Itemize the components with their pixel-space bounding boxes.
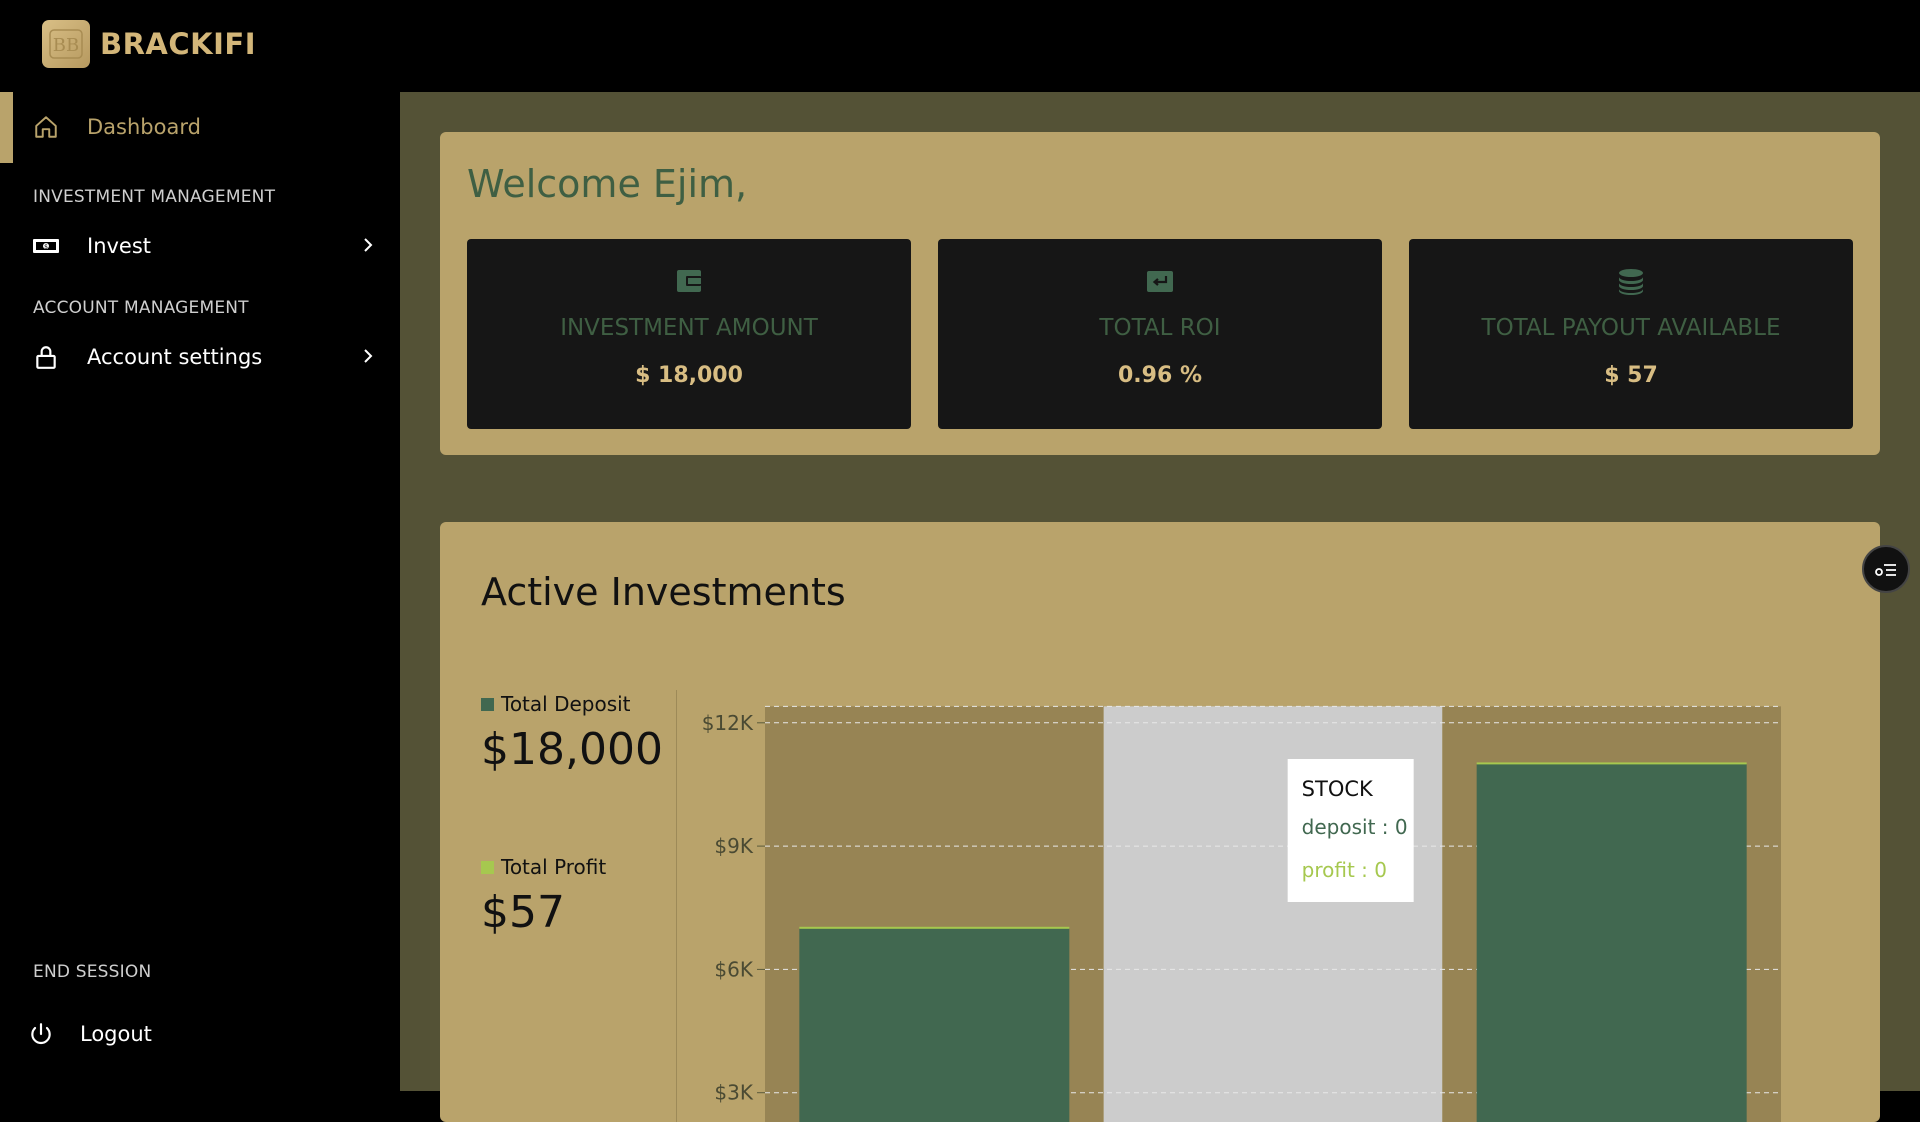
legend-label: Total Deposit [501, 692, 631, 716]
stat-card-total-payout: TOTAL PAYOUT AVAILABLE $ 57 [1409, 239, 1853, 429]
section-title-investment: INVESTMENT MANAGEMENT [33, 187, 276, 207]
sidebar-item-label: Account settings [87, 345, 263, 369]
chevron-right-icon [364, 238, 373, 252]
bar-deposit-0[interactable] [799, 928, 1070, 1122]
coins-icon [1619, 269, 1643, 295]
tooltip-profit: profit : 0 [1302, 858, 1387, 882]
legend-total-profit: Total Profit $57 [481, 855, 681, 938]
sidebar-item-account-settings[interactable]: Account settings [0, 332, 400, 382]
section-title-end-session: END SESSION [33, 962, 152, 982]
bar-deposit-2[interactable] [1476, 763, 1747, 1122]
stat-card-total-roi: TOTAL ROI 0.96 % [938, 239, 1382, 429]
logo-mark-icon: BB [42, 20, 90, 68]
stat-label: INVESTMENT AMOUNT [560, 315, 818, 341]
wallet-icon [677, 270, 701, 292]
power-icon [31, 1023, 51, 1045]
home-icon [35, 116, 57, 138]
stat-label: TOTAL PAYOUT AVAILABLE [1481, 315, 1781, 341]
chevron-right-icon [364, 349, 373, 363]
legend-swatch-profit [481, 860, 494, 874]
customizer-toggle-button[interactable] [1862, 545, 1910, 593]
stat-value: $ 18,000 [635, 363, 743, 388]
bar-profit-0[interactable] [799, 926, 1070, 929]
stat-card-investment-amount: INVESTMENT AMOUNT $ 18,000 [467, 239, 911, 429]
bar-profit-2[interactable] [1476, 762, 1747, 765]
main-content: Welcome Ejim, INVESTMENT AMOUNT $ 18,000… [400, 92, 1920, 1122]
sidebar-item-label: Invest [87, 234, 152, 258]
svg-text:$: $ [44, 244, 48, 251]
sidebar-item-dashboard[interactable]: Dashboard [0, 92, 400, 163]
welcome-card: Welcome Ejim, INVESTMENT AMOUNT $ 18,000… [440, 132, 1880, 455]
welcome-title: Welcome Ejim, [467, 162, 748, 206]
cash-icon: $ [33, 239, 59, 253]
sidebar-item-invest[interactable]: $ Invest [0, 221, 400, 271]
svg-text:BB: BB [53, 35, 79, 56]
return-icon [1147, 271, 1173, 292]
y-tick-label: $12K [702, 711, 754, 735]
active-investments-card: Active Investments Total Deposit $18,000… [440, 522, 1880, 1122]
y-tick-label: $3K [714, 1081, 753, 1105]
stat-value: $ 57 [1604, 363, 1658, 388]
legend-divider [676, 690, 677, 1122]
settings-list-icon [1875, 564, 1896, 576]
legend-swatch-deposit [481, 697, 494, 711]
sidebar: Dashboard INVESTMENT MANAGEMENT $ Invest… [0, 92, 400, 1091]
brand-name: BRACKIFI [100, 27, 257, 61]
tooltip-deposit: deposit : 0 [1302, 815, 1408, 839]
y-tick-label: $6K [714, 957, 753, 981]
y-tick-label: $9K [714, 834, 753, 858]
tooltip-title: STOCK [1302, 777, 1374, 801]
investments-bar-chart: $3K $6K $9K $12K STOCK deposit : 0 profit : 0 [702, 705, 1781, 1122]
active-investments-title: Active Investments [481, 570, 846, 614]
section-title-account: ACCOUNT MANAGEMENT [33, 298, 249, 318]
legend-total-deposit: Total Deposit $18,000 [481, 692, 681, 775]
sidebar-item-label: Dashboard [87, 115, 201, 139]
logout-label: Logout [80, 1022, 152, 1046]
stat-value: 0.96 % [1118, 363, 1202, 388]
total-deposit-value: $18,000 [481, 724, 663, 775]
top-bar: BB BRACKIFI [0, 0, 1920, 92]
total-profit-value: $57 [481, 887, 565, 938]
stat-label: TOTAL ROI [1099, 315, 1221, 341]
logout-button[interactable]: Logout [0, 1009, 400, 1059]
brand-logo[interactable]: BB BRACKIFI [42, 20, 256, 68]
legend-label: Total Profit [501, 855, 607, 879]
lock-icon [36, 346, 56, 369]
